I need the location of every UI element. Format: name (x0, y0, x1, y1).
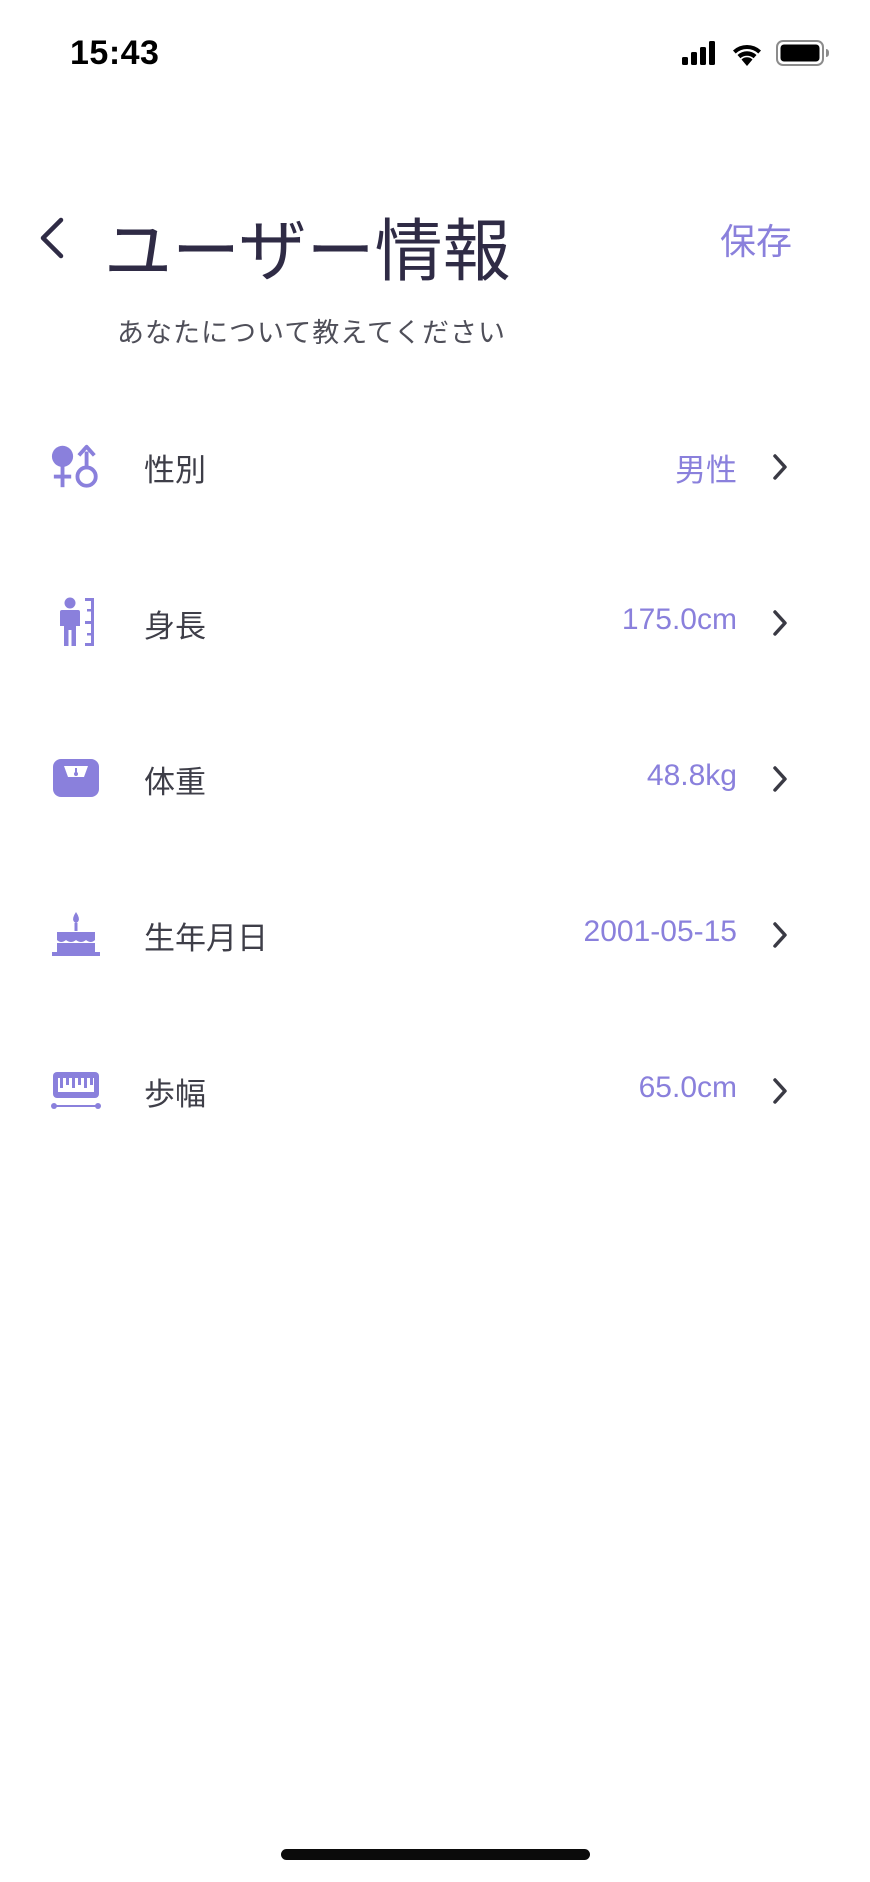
home-indicator[interactable] (281, 1849, 590, 1860)
row-value: 48.8kg (646, 759, 737, 792)
row-label: 歩幅 (144, 1077, 206, 1113)
row-value: 175.0cm (621, 603, 737, 636)
chevron-right-icon (768, 606, 792, 640)
row-value: 65.0cm (638, 1071, 737, 1104)
gender-icon (50, 440, 102, 492)
row-value: 2001-05-15 (583, 915, 737, 948)
row-label: 身長 (144, 609, 206, 645)
user-info-screen: 15:43 ユーザー情報 保存 あなたについて教えてください 性別 男性 身長 … (0, 0, 870, 1882)
page-title: ユーザー情報 (104, 213, 511, 292)
row-label: 体重 (144, 765, 206, 801)
row-gender[interactable]: 性別 男性 (0, 400, 870, 556)
row-height[interactable]: 身長 175.0cm (0, 556, 870, 712)
save-button[interactable]: 保存 (720, 213, 792, 265)
row-label: 生年月日 (144, 921, 268, 957)
ruler-icon (50, 1064, 102, 1116)
row-label: 性別 (144, 453, 206, 489)
row-weight[interactable]: 体重 48.8kg (0, 712, 870, 868)
status-bar: 15:43 (0, 0, 870, 110)
battery-icon (776, 40, 830, 70)
chevron-right-icon (768, 918, 792, 952)
chevron-right-icon (768, 762, 792, 796)
birthday-cake-icon (50, 908, 102, 960)
row-birthday[interactable]: 生年月日 2001-05-15 (0, 868, 870, 1024)
status-icons (682, 40, 830, 70)
back-button[interactable] (30, 210, 74, 270)
cellular-signal-icon (682, 41, 718, 69)
status-time: 15:43 (70, 34, 160, 72)
settings-list: 性別 男性 身長 175.0cm 体重 48.8kg 生年月日 2001-05-… (0, 400, 870, 1180)
chevron-left-icon (37, 216, 67, 264)
chevron-right-icon (768, 450, 792, 484)
scale-icon (50, 752, 102, 804)
height-icon (50, 596, 102, 648)
wifi-icon (730, 40, 764, 70)
chevron-right-icon (768, 1074, 792, 1108)
row-value: 男性 (675, 453, 737, 489)
row-stride[interactable]: 歩幅 65.0cm (0, 1024, 870, 1180)
page-subtitle: あなたについて教えてください (117, 318, 507, 349)
